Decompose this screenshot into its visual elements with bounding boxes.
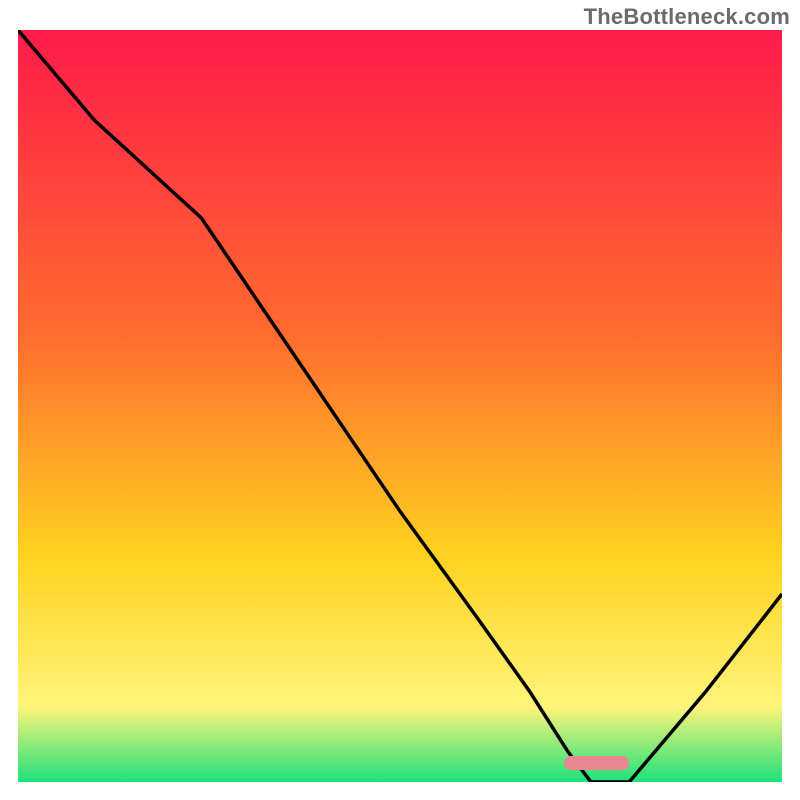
watermark-text: TheBottleneck.com <box>584 4 790 30</box>
optimal-marker <box>564 756 629 770</box>
plot-area <box>18 30 782 782</box>
gradient-bg <box>18 30 782 782</box>
chart-stage: TheBottleneck.com <box>0 0 800 800</box>
chart-svg <box>18 30 782 782</box>
